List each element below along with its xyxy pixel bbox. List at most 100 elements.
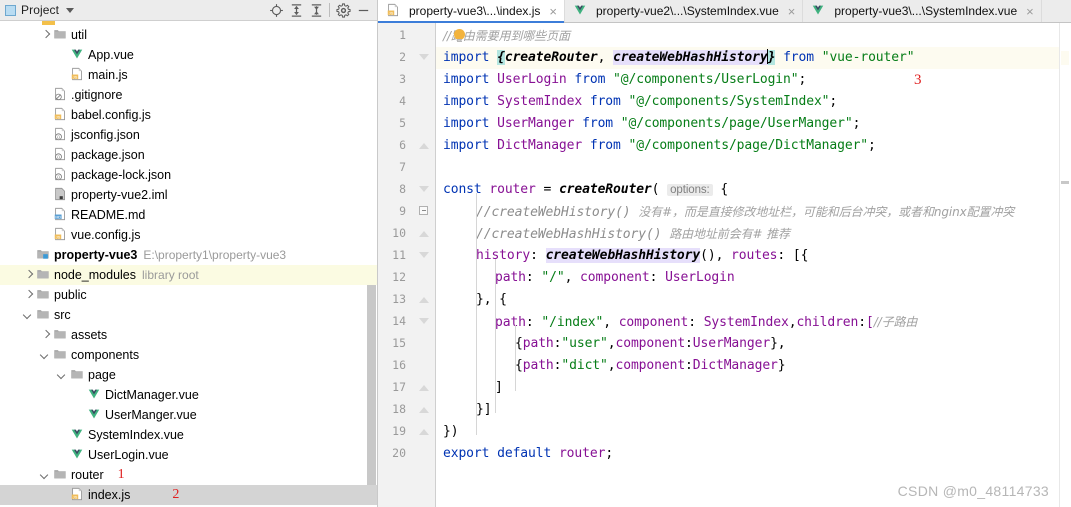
chevron-right-icon[interactable]: [40, 330, 51, 341]
code-line-19: }): [443, 424, 459, 439]
tree-row-node-modules[interactable]: node_modules library root: [0, 265, 377, 285]
line-number: 8: [399, 182, 406, 196]
editor-gutter[interactable]: 1 2 3 4 5 6 7 8 9 10 11 12 13 14 15 16 17 18 19 20: [378, 23, 436, 507]
tree-row-property-vue2-iml[interactable]: property-vue2.iml: [0, 185, 377, 205]
tree-row-vue-config-js[interactable]: JS vue.config.js: [0, 225, 377, 245]
editor-tab-3[interactable]: property-vue3\...\SystemIndex.vue ×: [803, 0, 1042, 22]
tree-row-systemindex-vue[interactable]: SystemIndex.vue: [0, 425, 377, 445]
tree-item-label: public: [54, 288, 87, 302]
tree-row-package-lock-json[interactable]: {} package-lock.json: [0, 165, 377, 185]
indent-guide: [495, 259, 496, 413]
chevron-down-icon[interactable]: [57, 370, 68, 381]
code-fold-marker[interactable]: [419, 228, 430, 239]
tree-item-label: App.vue: [88, 48, 134, 62]
tree-row-readme-md[interactable]: MD README.md: [0, 205, 377, 225]
editor-tab-2[interactable]: property-vue2\...\SystemIndex.vue ×: [565, 0, 804, 22]
chevron-down-icon[interactable]: [40, 350, 51, 361]
code-line-18: }]: [476, 402, 492, 417]
indent-guide: [476, 193, 477, 435]
tree-row-main-js[interactable]: JS main.js: [0, 65, 377, 85]
tree-row-router[interactable]: router 1: [0, 465, 377, 485]
chevron-down-icon[interactable]: [23, 310, 34, 321]
code-fold-marker[interactable]: [419, 52, 430, 63]
code-line-11: history: createWebHashHistory(), routes:…: [476, 248, 809, 263]
locate-icon[interactable]: [266, 0, 286, 20]
chevron-down-icon[interactable]: [40, 470, 51, 481]
code-fold-marker[interactable]: [419, 294, 430, 305]
tree-item-subtitle: E:\property1\property-vue3: [143, 248, 287, 262]
js-file-icon: JS: [53, 107, 67, 124]
tree-row-babel-config-js[interactable]: JS babel.config.js: [0, 105, 377, 125]
code-fold-marker[interactable]: [419, 140, 430, 151]
tree-row-assets[interactable]: assets: [0, 325, 377, 345]
code-fold-marker[interactable]: [419, 426, 430, 437]
editor-tab-bar: JS property-vue3\...\index.js × property-vu…: [378, 0, 1071, 23]
code-editor[interactable]: 1 2 3 4 5 6 7 8 9 10 11 12 13 14 15 16 17 18 19 20 //路由需要用到…: [378, 23, 1071, 507]
json-file-icon: {}: [53, 147, 67, 164]
project-panel-title-group[interactable]: Project: [5, 3, 266, 17]
expand-all-icon[interactable]: [286, 0, 306, 20]
svg-text:JS: JS: [56, 114, 61, 119]
collapse-all-icon[interactable]: [306, 0, 326, 20]
code-fold-marker[interactable]: [419, 184, 430, 195]
code-fold-marker[interactable]: [419, 316, 430, 327]
code-fold-marker[interactable]: [419, 206, 430, 217]
stripe-marker[interactable]: [1061, 181, 1069, 184]
code-fold-marker[interactable]: [419, 404, 430, 415]
tree-row-property-vue3[interactable]: property-vue3 E:\property1\property-vue3: [0, 245, 377, 265]
ide-window: Project util App.vue JS main.js .gitigno…: [0, 0, 1071, 507]
chevron-right-icon[interactable]: [23, 290, 34, 301]
chevron-right-icon[interactable]: [40, 30, 51, 41]
chevron-down-icon[interactable]: [66, 7, 75, 13]
tree-item-label: router: [71, 468, 104, 482]
js-file-icon: JS: [386, 3, 400, 20]
tree-row-app-vue[interactable]: App.vue: [0, 45, 377, 65]
line-number: 20: [392, 446, 406, 460]
close-icon[interactable]: ×: [549, 5, 557, 18]
chevron-right-icon[interactable]: [23, 270, 34, 281]
tree-row-usermanger-vue[interactable]: UserManger.vue: [0, 405, 377, 425]
tree-item-label: util: [71, 28, 87, 42]
tree-item-label: UserLogin.vue: [88, 448, 169, 462]
tree-row-public[interactable]: public: [0, 285, 377, 305]
settings-gear-icon[interactable]: [333, 0, 353, 20]
code-fold-marker[interactable]: [419, 250, 430, 261]
close-icon[interactable]: ×: [788, 5, 796, 18]
code-line-9: //createWebHistory() 没有#，而是直接修改地址栏，可能和后台…: [476, 205, 1015, 220]
watermark: CSDN @m0_48114733: [897, 483, 1049, 499]
folder-icon: [53, 27, 67, 44]
error-stripe[interactable]: [1059, 23, 1071, 507]
tree-row-components[interactable]: components: [0, 345, 377, 365]
tree-row-src[interactable]: src: [0, 305, 377, 325]
close-icon[interactable]: ×: [1026, 5, 1034, 18]
folder-icon: [70, 367, 84, 384]
code-fold-marker[interactable]: [419, 382, 430, 393]
code-canvas[interactable]: //路由需要用到哪些页面 import {createRouter, create…: [436, 23, 1071, 507]
editor-area: JS property-vue3\...\index.js × property-vu…: [378, 0, 1071, 507]
tree-row-package-json[interactable]: {} package.json: [0, 145, 377, 165]
tree-row-gitignore[interactable]: .gitignore: [0, 85, 377, 105]
project-file-tree[interactable]: util App.vue JS main.js .gitignore JS babel.co…: [0, 21, 377, 507]
tree-row-dictmanager-vue[interactable]: DictManager.vue: [0, 385, 377, 405]
tree-item-label: src: [54, 308, 71, 322]
lightbulb-intention-icon[interactable]: [453, 29, 466, 43]
toolbar-divider: [329, 3, 330, 17]
svg-text:JS: JS: [389, 10, 394, 15]
tree-row-userlogin-vue[interactable]: UserLogin.vue: [0, 445, 377, 465]
editor-tab-1[interactable]: JS property-vue3\...\index.js ×: [378, 0, 565, 23]
tree-row-jsconfig-json[interactable]: {} jsconfig.json: [0, 125, 377, 145]
tree-item-label: node_modules: [54, 268, 137, 282]
editor-tab-label: property-vue2\...\SystemIndex.vue: [596, 4, 779, 18]
tree-row-index-js[interactable]: JS index.js 2: [0, 485, 377, 505]
hide-panel-icon[interactable]: [353, 0, 373, 20]
tree-row-page[interactable]: page: [0, 365, 377, 385]
sidebar-scrollbar[interactable]: [367, 285, 376, 485]
tree-item-label: components: [71, 348, 140, 362]
tree-row-util[interactable]: util: [0, 25, 377, 45]
